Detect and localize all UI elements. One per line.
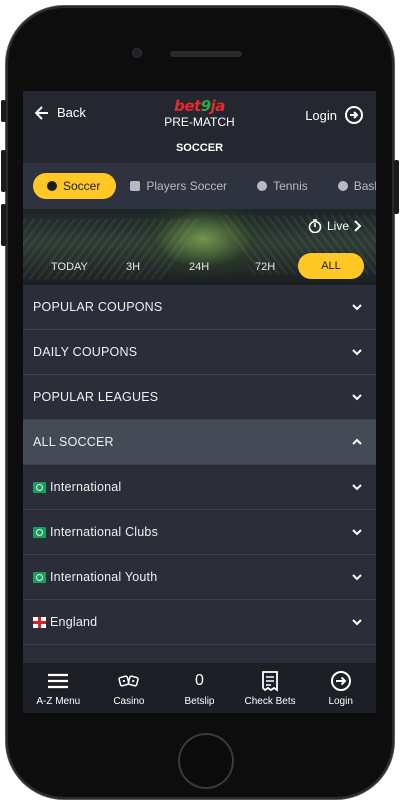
nav-casino[interactable]: Casino: [94, 663, 165, 713]
world-flag-icon: [33, 526, 46, 538]
chevron-right-icon: [354, 220, 362, 232]
basketball-icon: [337, 181, 348, 191]
nav-az-menu[interactable]: A-Z Menu: [23, 663, 94, 713]
tab-soccer[interactable]: Soccer: [33, 173, 117, 199]
country-england[interactable]: England: [23, 600, 376, 645]
dice-icon: [118, 674, 139, 687]
nav-betslip[interactable]: 0 Betslip: [164, 663, 235, 713]
filter-72h[interactable]: 72H: [255, 261, 275, 273]
filter-3h[interactable]: 3H: [126, 261, 140, 273]
chevron-up-icon: [352, 438, 362, 445]
app-screen: Back bet9ja PRE-MATCH SOCCER Login Socce…: [23, 91, 376, 713]
volume-down-button: [1, 204, 6, 246]
section-daily-coupons[interactable]: DAILY COUPONS: [23, 330, 376, 375]
country-international-clubs[interactable]: International Clubs: [23, 510, 376, 555]
tennis-ball-icon: [257, 181, 268, 191]
sport-tabs: Soccer Players Soccer Tennis Baske: [23, 163, 376, 209]
power-button: [394, 160, 399, 214]
world-flag-icon: [33, 481, 46, 493]
chevron-down-icon: [352, 349, 362, 356]
section-all-soccer[interactable]: ALL SOCCER: [23, 420, 376, 465]
time-filter-bar: TODAY 3H 24H 72H ALL: [23, 253, 376, 281]
chevron-down-icon: [352, 484, 362, 491]
chevron-down-icon: [352, 304, 362, 311]
hamburger-menu-icon: [48, 673, 69, 688]
tab-tennis[interactable]: Tennis: [243, 173, 324, 199]
tab-players-soccer[interactable]: Players Soccer: [116, 173, 243, 199]
stopwatch-icon: [308, 219, 322, 233]
soccer-ball-icon: [47, 181, 57, 191]
bottom-nav: A-Z Menu Casino 0 Betslip Check Bets Log…: [23, 663, 376, 713]
nav-login[interactable]: Login: [305, 663, 376, 713]
filter-today[interactable]: TODAY: [51, 261, 88, 273]
betslip-count: 0: [195, 671, 204, 689]
nav-check-bets[interactable]: Check Bets: [235, 663, 306, 713]
receipt-icon: [262, 670, 278, 692]
chevron-down-icon: [352, 574, 362, 581]
login-arrow-icon: [345, 106, 363, 124]
volume-up-button: [1, 150, 6, 192]
sport-title: SOCCER: [175, 142, 224, 154]
filter-all[interactable]: ALL: [298, 253, 364, 279]
chevron-down-icon: [352, 529, 362, 536]
coupon-list: POPULAR COUPONS DAILY COUPONS POPULAR LE…: [23, 285, 376, 645]
stadium-banner: Live TODAY 3H 24H 72H ALL: [23, 209, 376, 285]
speaker-grille: [170, 51, 242, 57]
section-popular-coupons[interactable]: POPULAR COUPONS: [23, 285, 376, 330]
country-international[interactable]: International: [23, 465, 376, 510]
app-header: Back bet9ja PRE-MATCH SOCCER Login: [23, 91, 376, 163]
login-arrow-icon: [330, 670, 351, 691]
world-flag-icon: [33, 571, 46, 583]
chevron-down-icon: [352, 394, 362, 401]
country-international-youth[interactable]: International Youth: [23, 555, 376, 600]
login-label: Login: [305, 107, 337, 123]
live-button[interactable]: Live: [308, 219, 362, 233]
mute-switch: [1, 100, 6, 122]
tab-basketball[interactable]: Baske: [324, 173, 376, 199]
front-camera: [132, 48, 142, 58]
section-popular-leagues[interactable]: POPULAR LEAGUES: [23, 375, 376, 420]
home-button[interactable]: [178, 733, 234, 789]
england-flag-icon: [33, 616, 46, 628]
player-kick-icon: [130, 181, 141, 191]
chevron-down-icon: [352, 619, 362, 626]
login-button[interactable]: Login: [305, 105, 364, 125]
filter-24h[interactable]: 24H: [189, 261, 209, 273]
